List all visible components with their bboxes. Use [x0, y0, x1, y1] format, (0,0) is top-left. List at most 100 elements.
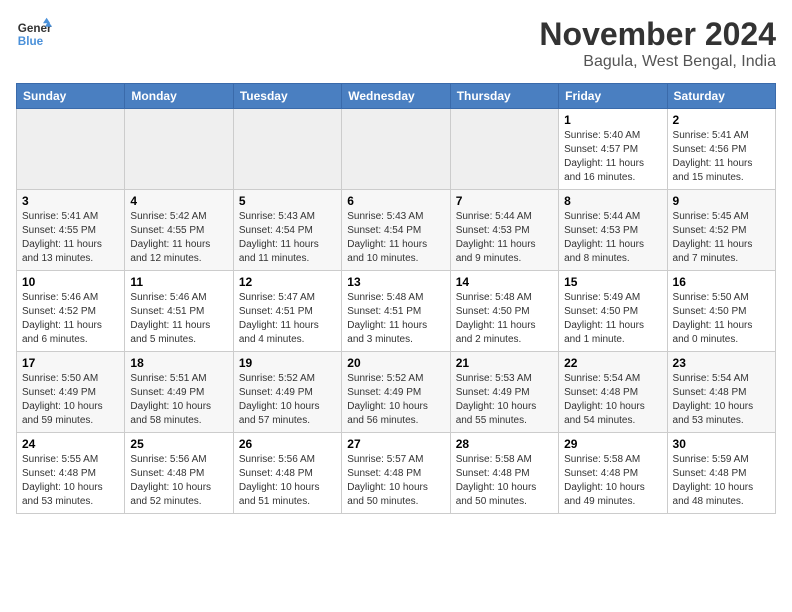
- day-number: 26: [239, 437, 336, 451]
- calendar-cell: 22 Sunrise: 5:54 AM Sunset: 4:48 PM Dayli…: [559, 352, 667, 433]
- day-info: Sunrise: 5:52 AM Sunset: 4:49 PM Dayligh…: [347, 372, 444, 428]
- month-year: November 2024: [539, 16, 776, 53]
- calendar-cell: 3 Sunrise: 5:41 AM Sunset: 4:55 PM Daylig…: [17, 190, 125, 271]
- calendar-cell: 30 Sunrise: 5:59 AM Sunset: 4:48 PM Dayli…: [667, 433, 775, 514]
- day-number: 21: [456, 356, 553, 370]
- day-info: Sunrise: 5:41 AM Sunset: 4:55 PM Dayligh…: [22, 210, 119, 266]
- column-header-monday: Monday: [125, 84, 233, 109]
- page-header: General Blue November 2024 Bagula, West …: [16, 16, 776, 71]
- day-number: 6: [347, 194, 444, 208]
- day-number: 15: [564, 275, 661, 289]
- day-number: 20: [347, 356, 444, 370]
- column-header-thursday: Thursday: [450, 84, 558, 109]
- calendar-cell: [125, 109, 233, 190]
- calendar-cell: [342, 109, 450, 190]
- calendar-cell: 25 Sunrise: 5:56 AM Sunset: 4:48 PM Dayli…: [125, 433, 233, 514]
- day-info: Sunrise: 5:56 AM Sunset: 4:48 PM Dayligh…: [130, 453, 227, 509]
- calendar-cell: 17Sunrise: 5:50 AM Sunset: 4:49 PM Dayli…: [17, 352, 125, 433]
- calendar-cell: 1 Sunrise: 5:40 AM Sunset: 4:57 PM Daylig…: [559, 109, 667, 190]
- day-number: 27: [347, 437, 444, 451]
- day-info: Sunrise: 5:47 AM Sunset: 4:51 PM Dayligh…: [239, 291, 336, 347]
- day-number: 5: [239, 194, 336, 208]
- day-number: 4: [130, 194, 227, 208]
- day-info: Sunrise: 5:50 AM Sunset: 4:50 PM Dayligh…: [673, 291, 770, 347]
- day-number: 2: [673, 113, 770, 127]
- day-info: Sunrise: 5:51 AM Sunset: 4:49 PM Dayligh…: [130, 372, 227, 428]
- calendar-cell: 13Sunrise: 5:48 AM Sunset: 4:51 PM Dayli…: [342, 271, 450, 352]
- calendar-cell: [450, 109, 558, 190]
- calendar-header-row: SundayMondayTuesdayWednesdayThursdayFrid…: [17, 84, 776, 109]
- title-block: November 2024 Bagula, West Bengal, India: [539, 16, 776, 71]
- day-number: 11: [130, 275, 227, 289]
- day-info: Sunrise: 5:58 AM Sunset: 4:48 PM Dayligh…: [564, 453, 661, 509]
- calendar-cell: 8Sunrise: 5:44 AM Sunset: 4:53 PM Daylig…: [559, 190, 667, 271]
- week-row-5: 24 Sunrise: 5:55 AM Sunset: 4:48 PM Dayli…: [17, 433, 776, 514]
- day-number: 28: [456, 437, 553, 451]
- day-number: 25: [130, 437, 227, 451]
- day-number: 3: [22, 194, 119, 208]
- day-info: Sunrise: 5:56 AM Sunset: 4:48 PM Dayligh…: [239, 453, 336, 509]
- day-number: 7: [456, 194, 553, 208]
- day-info: Sunrise: 5:52 AM Sunset: 4:49 PM Dayligh…: [239, 372, 336, 428]
- calendar-table: SundayMondayTuesdayWednesdayThursdayFrid…: [16, 83, 776, 514]
- calendar-cell: 9 Sunrise: 5:45 AM Sunset: 4:52 PM Daylig…: [667, 190, 775, 271]
- day-info: Sunrise: 5:46 AM Sunset: 4:52 PM Dayligh…: [22, 291, 119, 347]
- day-number: 1: [564, 113, 661, 127]
- day-number: 10: [22, 275, 119, 289]
- day-number: 29: [564, 437, 661, 451]
- day-number: 30: [673, 437, 770, 451]
- column-header-wednesday: Wednesday: [342, 84, 450, 109]
- day-info: Sunrise: 5:53 AM Sunset: 4:49 PM Dayligh…: [456, 372, 553, 428]
- column-header-friday: Friday: [559, 84, 667, 109]
- week-row-2: 3 Sunrise: 5:41 AM Sunset: 4:55 PM Daylig…: [17, 190, 776, 271]
- calendar-cell: 26 Sunrise: 5:56 AM Sunset: 4:48 PM Dayli…: [233, 433, 341, 514]
- day-info: Sunrise: 5:58 AM Sunset: 4:48 PM Dayligh…: [456, 453, 553, 509]
- day-number: 14: [456, 275, 553, 289]
- svg-text:Blue: Blue: [18, 35, 44, 48]
- calendar-cell: 15Sunrise: 5:49 AM Sunset: 4:50 PM Dayli…: [559, 271, 667, 352]
- calendar-cell: 4 Sunrise: 5:42 AM Sunset: 4:55 PM Daylig…: [125, 190, 233, 271]
- day-info: Sunrise: 5:59 AM Sunset: 4:48 PM Dayligh…: [673, 453, 770, 509]
- calendar-cell: 21 Sunrise: 5:53 AM Sunset: 4:49 PM Dayli…: [450, 352, 558, 433]
- calendar-cell: 29 Sunrise: 5:58 AM Sunset: 4:48 PM Dayli…: [559, 433, 667, 514]
- day-number: 23: [673, 356, 770, 370]
- day-info: Sunrise: 5:57 AM Sunset: 4:48 PM Dayligh…: [347, 453, 444, 509]
- day-info: Sunrise: 5:41 AM Sunset: 4:56 PM Dayligh…: [673, 129, 770, 185]
- day-info: Sunrise: 5:50 AM Sunset: 4:49 PM Dayligh…: [22, 372, 119, 428]
- day-info: Sunrise: 5:43 AM Sunset: 4:54 PM Dayligh…: [347, 210, 444, 266]
- day-info: Sunrise: 5:44 AM Sunset: 4:53 PM Dayligh…: [456, 210, 553, 266]
- calendar-cell: 24 Sunrise: 5:55 AM Sunset: 4:48 PM Dayli…: [17, 433, 125, 514]
- week-row-4: 17Sunrise: 5:50 AM Sunset: 4:49 PM Dayli…: [17, 352, 776, 433]
- calendar-cell: 14 Sunrise: 5:48 AM Sunset: 4:50 PM Dayli…: [450, 271, 558, 352]
- day-number: 24: [22, 437, 119, 451]
- day-info: Sunrise: 5:40 AM Sunset: 4:57 PM Dayligh…: [564, 129, 661, 185]
- day-info: Sunrise: 5:46 AM Sunset: 4:51 PM Dayligh…: [130, 291, 227, 347]
- calendar-cell: 6 Sunrise: 5:43 AM Sunset: 4:54 PM Daylig…: [342, 190, 450, 271]
- day-number: 19: [239, 356, 336, 370]
- calendar-cell: 16 Sunrise: 5:50 AM Sunset: 4:50 PM Dayli…: [667, 271, 775, 352]
- day-info: Sunrise: 5:48 AM Sunset: 4:50 PM Dayligh…: [456, 291, 553, 347]
- day-info: Sunrise: 5:54 AM Sunset: 4:48 PM Dayligh…: [564, 372, 661, 428]
- calendar-cell: [17, 109, 125, 190]
- week-row-3: 10 Sunrise: 5:46 AM Sunset: 4:52 PM Dayli…: [17, 271, 776, 352]
- column-header-tuesday: Tuesday: [233, 84, 341, 109]
- day-info: Sunrise: 5:54 AM Sunset: 4:48 PM Dayligh…: [673, 372, 770, 428]
- day-number: 16: [673, 275, 770, 289]
- calendar-cell: 18Sunrise: 5:51 AM Sunset: 4:49 PM Dayli…: [125, 352, 233, 433]
- day-info: Sunrise: 5:55 AM Sunset: 4:48 PM Dayligh…: [22, 453, 119, 509]
- location: Bagula, West Bengal, India: [539, 53, 776, 71]
- calendar-cell: 23 Sunrise: 5:54 AM Sunset: 4:48 PM Dayli…: [667, 352, 775, 433]
- logo-icon: General Blue: [16, 16, 52, 52]
- day-number: 13: [347, 275, 444, 289]
- day-number: 9: [673, 194, 770, 208]
- column-header-saturday: Saturday: [667, 84, 775, 109]
- day-number: 8: [564, 194, 661, 208]
- calendar-cell: 19 Sunrise: 5:52 AM Sunset: 4:49 PM Dayli…: [233, 352, 341, 433]
- day-number: 12: [239, 275, 336, 289]
- calendar-cell: 20 Sunrise: 5:52 AM Sunset: 4:49 PM Dayli…: [342, 352, 450, 433]
- column-header-sunday: Sunday: [17, 84, 125, 109]
- day-number: 22: [564, 356, 661, 370]
- day-info: Sunrise: 5:45 AM Sunset: 4:52 PM Dayligh…: [673, 210, 770, 266]
- logo: General Blue: [16, 16, 52, 52]
- day-info: Sunrise: 5:42 AM Sunset: 4:55 PM Dayligh…: [130, 210, 227, 266]
